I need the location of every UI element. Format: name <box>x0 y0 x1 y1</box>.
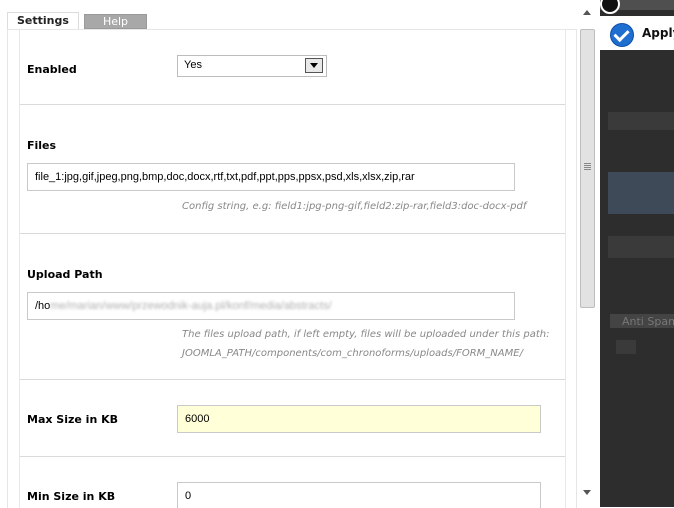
min-size-label: Min Size in KB <box>27 490 116 503</box>
files-hint: Config string, e.g: field1:jpg-png-gif,f… <box>182 201 527 212</box>
row-min-size: Min Size in KB 0 <box>20 457 565 508</box>
scrollbar-thumb[interactable] <box>580 29 595 308</box>
chevron-down-icon[interactable] <box>305 58 323 73</box>
files-input[interactable]: file_1:jpg,gif,jpeg,png,bmp,doc,docx,rtf… <box>27 163 515 191</box>
tab-settings[interactable]: Settings <box>7 12 79 29</box>
row-enabled: Enabled Yes <box>20 30 565 105</box>
upload-path-label: Upload Path <box>27 268 103 281</box>
background-block <box>608 112 674 130</box>
tab-bar: Settings Help <box>7 12 152 29</box>
enabled-select-value: Yes <box>184 59 202 71</box>
upload-path-value-blurred: me/marian/www/przewodnik-auja.pl/konf/me… <box>50 300 332 312</box>
row-max-size: Max Size in KB 6000 <box>20 380 565 457</box>
vertical-scrollbar[interactable] <box>578 0 596 507</box>
checkmark-circle-icon[interactable] <box>610 23 634 47</box>
close-icon[interactable] <box>600 0 620 14</box>
background-blurred-label: Anti Spam <box>622 315 674 328</box>
max-size-input[interactable]: 6000 <box>177 405 541 433</box>
enabled-select[interactable]: Yes <box>177 55 327 77</box>
apply-button[interactable]: Apply <box>642 26 674 40</box>
grip-icon <box>584 163 591 164</box>
max-size-label: Max Size in KB <box>27 413 119 426</box>
scroll-down-arrow-icon[interactable] <box>578 486 596 500</box>
tab-help[interactable]: Help <box>83 14 148 29</box>
background-block <box>616 340 636 354</box>
background-block <box>608 236 674 258</box>
upload-path-hint-line2: JOOMLA_PATH/components/com_chronoforms/u… <box>182 348 523 359</box>
background-block <box>608 172 674 214</box>
upload-path-input[interactable]: /home/marian/www/przewodnik-auja.pl/konf… <box>27 292 515 320</box>
scroll-up-arrow-icon[interactable] <box>578 6 596 20</box>
settings-dialog: Settings Help Enabled Yes Files file_1:j… <box>0 0 600 508</box>
settings-form: Enabled Yes Files file_1:jpg,gif,jpeg,pn… <box>19 30 566 508</box>
upload-path-value: /ho <box>35 300 51 312</box>
upload-path-hint-line1: The files upload path, if left empty, fi… <box>182 329 550 340</box>
min-size-input[interactable]: 0 <box>177 482 541 508</box>
settings-panel: Enabled Yes Files file_1:jpg,gif,jpeg,pn… <box>7 29 577 508</box>
row-files: Files file_1:jpg,gif,jpeg,png,bmp,doc,do… <box>20 105 565 234</box>
files-label: Files <box>27 139 57 152</box>
row-upload-path: Upload Path /home/marian/www/przewodnik-… <box>20 234 565 380</box>
background-page: Apply Anti Spam <box>600 0 674 507</box>
enabled-label: Enabled <box>27 63 77 76</box>
